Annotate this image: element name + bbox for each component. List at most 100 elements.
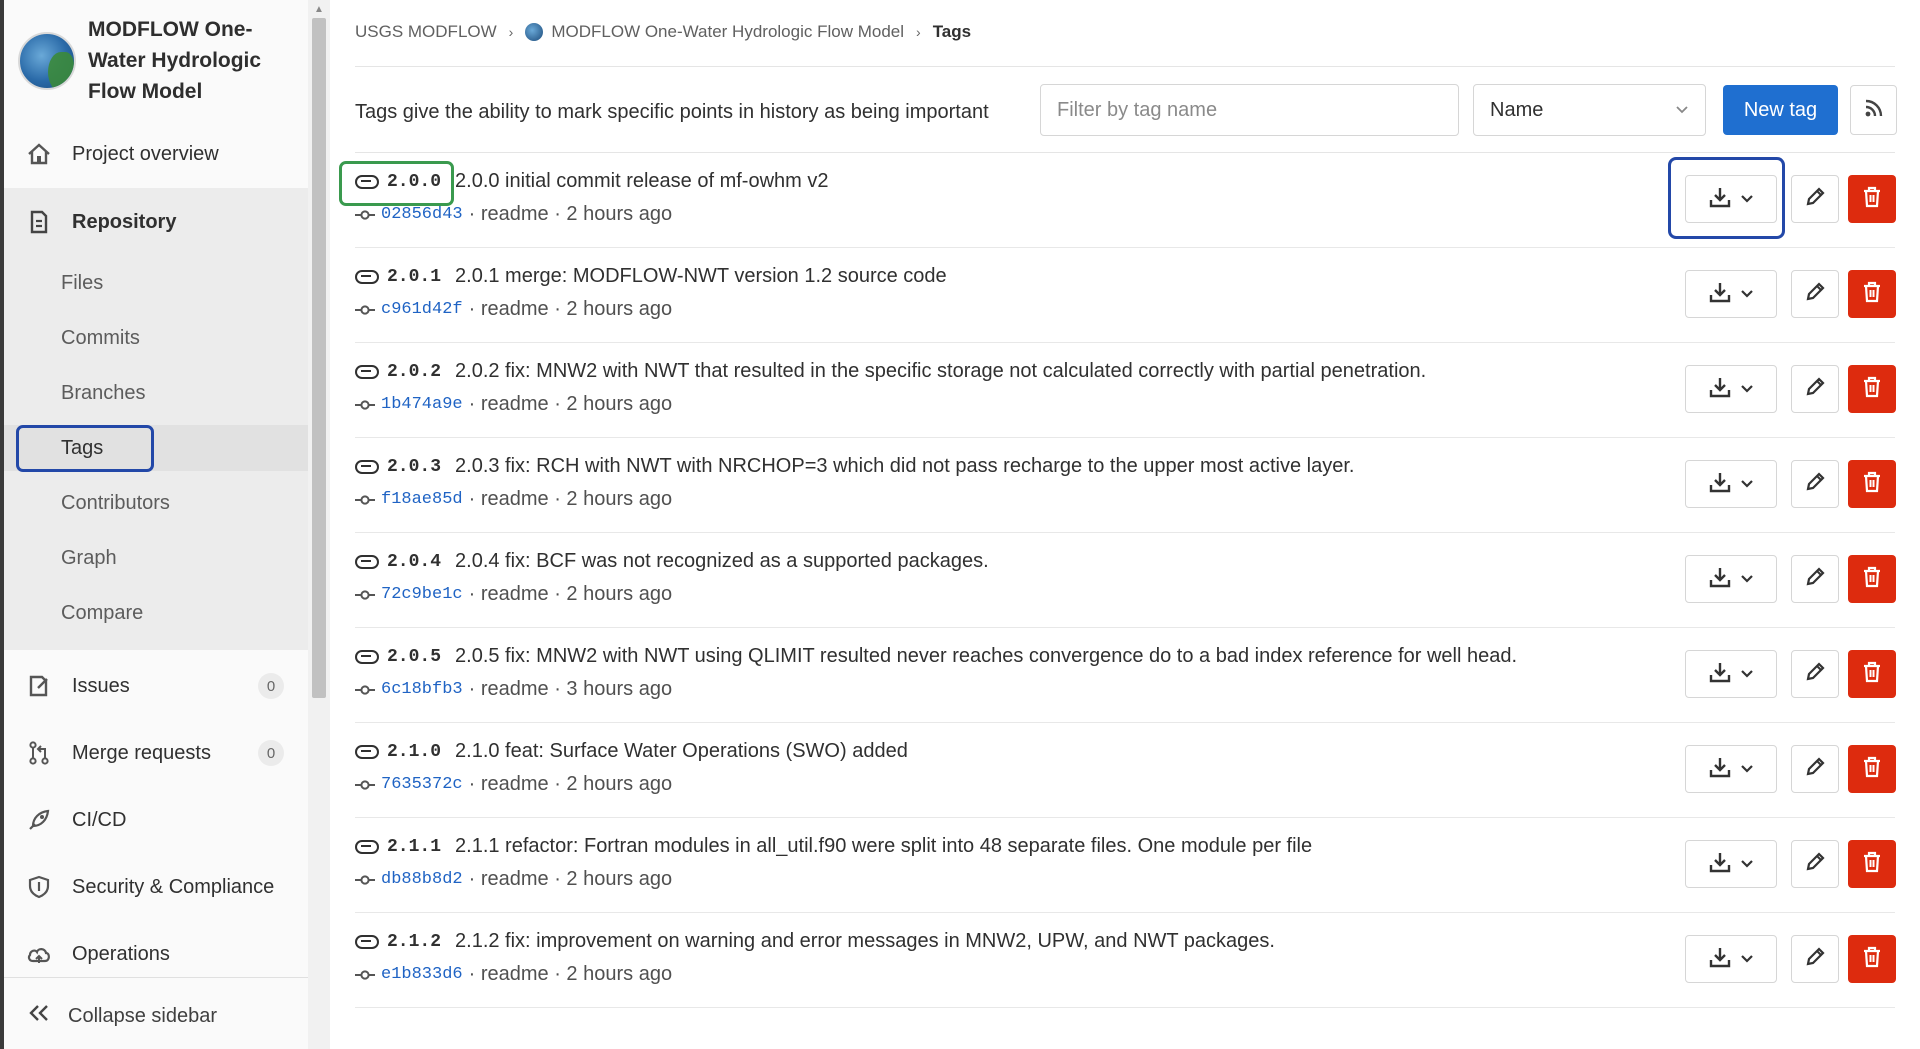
sidebar-item-security[interactable]: Security & Compliance <box>4 861 308 913</box>
tag-name-link[interactable]: 2.0.1 <box>387 267 441 287</box>
sidebar-item-operations[interactable]: Operations <box>4 928 308 980</box>
commit-icon <box>355 589 377 601</box>
commit-sha-link[interactable]: 7635372c <box>381 775 463 794</box>
tag-icon <box>355 934 379 949</box>
delete-tag-button[interactable] <box>1848 270 1896 318</box>
collapse-sidebar-button[interactable]: Collapse sidebar <box>4 993 308 1039</box>
sidebar-item-cicd[interactable]: CI/CD <box>4 794 308 846</box>
tag-message: 2.1.1 refactor: Fortran modules in all_u… <box>455 835 1313 857</box>
delete-tag-button[interactable] <box>1848 460 1896 508</box>
project-header[interactable]: MODFLOW One-Water Hydrologic Flow Model <box>18 14 308 104</box>
trash-icon <box>1862 186 1882 213</box>
sidebar-item-branches[interactable]: Branches <box>4 370 308 416</box>
commit-sha-link[interactable]: 72c9be1c <box>381 585 463 604</box>
rss-button[interactable] <box>1850 85 1897 135</box>
tag-commit-line: e1b833d6 · readme · 2 hours ago <box>355 963 672 986</box>
edit-release-notes-button[interactable] <box>1791 365 1839 413</box>
tag-row: 2.0.1 2.0.1 merge: MODFLOW-NWT version 1… <box>355 248 1896 343</box>
sidebar-item-compare[interactable]: Compare <box>4 590 308 636</box>
download-icon <box>1709 851 1731 878</box>
breadcrumb-group-link[interactable]: USGS MODFLOW <box>355 22 497 42</box>
tag-name-link[interactable]: 2.0.3 <box>387 457 441 477</box>
edit-release-notes-button[interactable] <box>1791 270 1839 318</box>
sidebar-item-label: Commits <box>61 326 140 349</box>
scroll-up-arrow-icon[interactable]: ▲ <box>314 4 324 15</box>
tag-name-link[interactable]: 2.1.2 <box>387 932 441 952</box>
chevrons-left-icon <box>28 1002 50 1030</box>
tag-name-link[interactable]: 2.0.4 <box>387 552 441 572</box>
download-dropdown-button[interactable] <box>1685 460 1777 508</box>
tag-name-link[interactable]: 2.0.2 <box>387 362 441 382</box>
breadcrumb-current[interactable]: Tags <box>933 22 971 42</box>
pencil-icon <box>1805 946 1825 972</box>
sidebar-item-label: Contributors <box>61 491 170 514</box>
sidebar-item-label: Merge requests <box>72 741 211 764</box>
new-tag-button[interactable]: New tag <box>1723 85 1838 135</box>
sort-dropdown[interactable]: Name <box>1473 84 1706 136</box>
commit-icon <box>355 399 377 411</box>
commit-sha-link[interactable]: 02856d43 <box>381 205 463 224</box>
delete-tag-button[interactable] <box>1848 840 1896 888</box>
divider <box>355 66 1895 67</box>
commit-sha-link[interactable]: e1b833d6 <box>381 965 463 984</box>
sidebar-item-merge-requests[interactable]: Merge requests 0 <box>4 727 308 779</box>
tag-message: 2.0.2 fix: MNW2 with NWT that resulted i… <box>455 360 1427 382</box>
commit-sha-link[interactable]: db88b8d2 <box>381 870 463 889</box>
download-dropdown-button[interactable] <box>1685 745 1777 793</box>
edit-release-notes-button[interactable] <box>1791 745 1839 793</box>
tag-icon <box>355 839 379 854</box>
tags-description: Tags give the ability to mark specific p… <box>355 101 989 123</box>
commit-sha-link[interactable]: c961d42f <box>381 300 463 319</box>
download-dropdown-button[interactable] <box>1685 365 1777 413</box>
commit-sha-link[interactable]: f18ae85d <box>381 490 463 509</box>
download-icon <box>1709 566 1731 593</box>
edit-release-notes-button[interactable] <box>1791 650 1839 698</box>
sidebar-item-issues[interactable]: Issues 0 <box>4 660 308 712</box>
tag-title-line: 2.0.5 2.0.5 fix: MNW2 with NWT using QLI… <box>355 645 1517 668</box>
breadcrumb-project-link[interactable]: MODFLOW One-Water Hydrologic Flow Model <box>551 22 904 42</box>
commit-icon <box>355 969 377 981</box>
tag-name-link[interactable]: 2.1.1 <box>387 837 441 857</box>
repository-icon <box>24 210 54 234</box>
trash-icon <box>1862 756 1882 783</box>
sidebar-item-graph[interactable]: Graph <box>4 535 308 581</box>
edit-release-notes-button[interactable] <box>1791 460 1839 508</box>
commit-meta: · readme · 2 hours ago <box>468 203 673 225</box>
tag-row: 2.0.2 2.0.2 fix: MNW2 with NWT that resu… <box>355 343 1896 438</box>
project-title: MODFLOW One-Water Hydrologic Flow Model <box>88 18 262 103</box>
sidebar-item-label: CI/CD <box>72 808 127 831</box>
delete-tag-button[interactable] <box>1848 650 1896 698</box>
download-dropdown-button[interactable] <box>1685 555 1777 603</box>
pencil-icon <box>1805 851 1825 877</box>
tag-name-link[interactable]: 2.0.5 <box>387 647 441 667</box>
tag-name-link[interactable]: 2.1.0 <box>387 742 441 762</box>
sidebar-item-project-overview[interactable]: Project overview <box>4 128 308 180</box>
sidebar: MODFLOW One-Water Hydrologic Flow Model … <box>0 0 330 1049</box>
sidebar-item-repository[interactable]: Repository <box>4 196 308 248</box>
commit-sha-link[interactable]: 1b474a9e <box>381 395 463 414</box>
sidebar-item-commits[interactable]: Commits <box>4 315 308 361</box>
edit-release-notes-button[interactable] <box>1791 175 1839 223</box>
download-dropdown-button[interactable] <box>1685 270 1777 318</box>
sidebar-scrollbar[interactable]: ▲ <box>308 0 330 1049</box>
scrollbar-thumb[interactable] <box>312 18 326 698</box>
download-dropdown-button[interactable] <box>1685 650 1777 698</box>
download-dropdown-button[interactable] <box>1685 935 1777 983</box>
sidebar-item-files[interactable]: Files <box>4 260 308 306</box>
edit-release-notes-button[interactable] <box>1791 840 1839 888</box>
sidebar-item-label: Compare <box>61 601 144 624</box>
delete-tag-button[interactable] <box>1848 365 1896 413</box>
edit-release-notes-button[interactable] <box>1791 935 1839 983</box>
commit-sha-link[interactable]: 6c18bfb3 <box>381 680 463 699</box>
sidebar-item-contributors[interactable]: Contributors <box>4 480 308 526</box>
commit-meta: · readme · 2 hours ago <box>468 298 673 320</box>
delete-tag-button[interactable] <box>1848 935 1896 983</box>
sidebar-divider <box>4 977 308 978</box>
delete-tag-button[interactable] <box>1848 175 1896 223</box>
delete-tag-button[interactable] <box>1848 555 1896 603</box>
rocket-icon <box>24 808 54 832</box>
filter-tags-input[interactable] <box>1040 84 1459 136</box>
download-dropdown-button[interactable] <box>1685 840 1777 888</box>
edit-release-notes-button[interactable] <box>1791 555 1839 603</box>
delete-tag-button[interactable] <box>1848 745 1896 793</box>
